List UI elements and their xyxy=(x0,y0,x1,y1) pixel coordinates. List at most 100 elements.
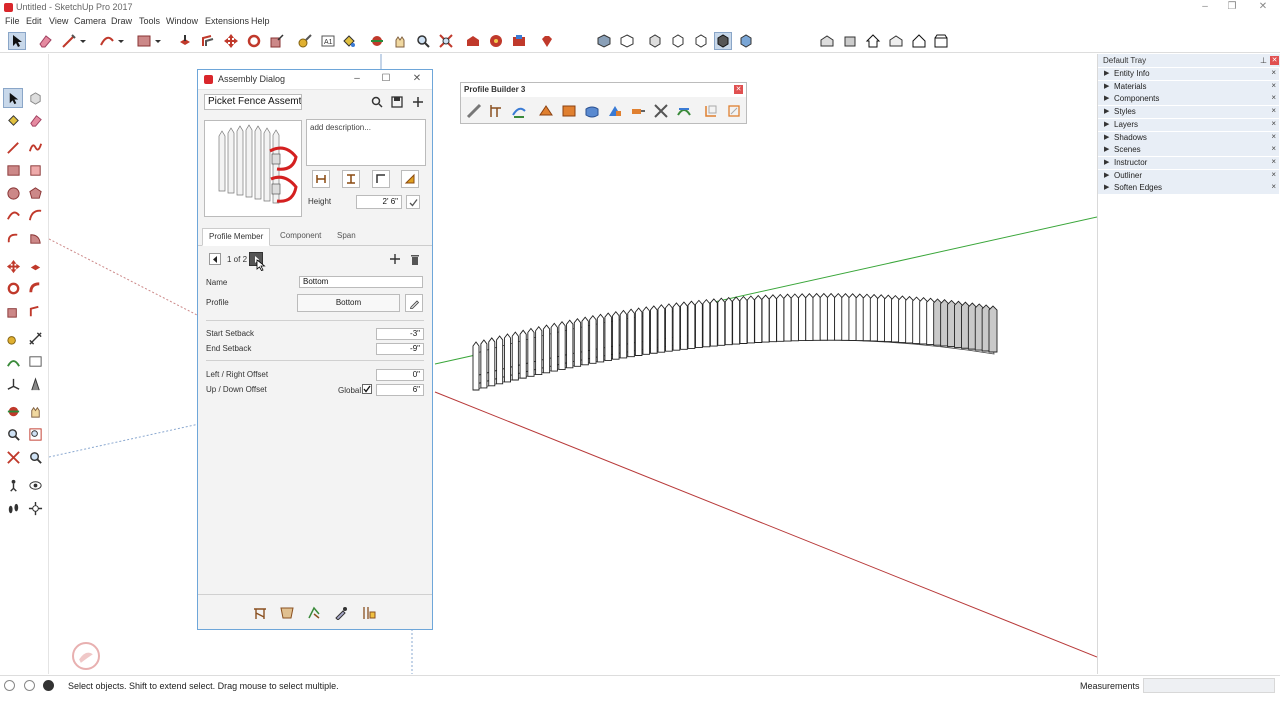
menu-extensions[interactable]: Extensions xyxy=(205,16,249,26)
front-view-icon[interactable] xyxy=(841,32,859,50)
home-view-icon[interactable] xyxy=(864,32,882,50)
freehand-tool-icon[interactable] xyxy=(25,137,45,157)
view-top-icon[interactable] xyxy=(618,32,636,50)
xray-style-icon[interactable] xyxy=(646,32,664,50)
minimize-button[interactable]: – xyxy=(1195,1,1215,12)
tab-component[interactable]: Component xyxy=(274,228,327,246)
height-field[interactable]: 2' 6" xyxy=(356,195,402,209)
assembly-name-input[interactable]: Picket Fence Assemt xyxy=(204,94,302,110)
tape-measure-icon[interactable] xyxy=(3,328,23,348)
arc-tool-icon[interactable] xyxy=(98,32,116,50)
rectangle-tool-icon[interactable] xyxy=(3,160,23,180)
edit-profile-icon[interactable] xyxy=(405,294,423,312)
add-member-icon[interactable] xyxy=(388,252,402,266)
push-pull-tool-icon[interactable] xyxy=(176,32,194,50)
rotated-rectangle-icon[interactable] xyxy=(25,160,45,180)
pin-icon[interactable]: ⊥ xyxy=(1260,56,1267,65)
profile-builder-close-icon[interactable]: ✕ xyxy=(734,85,743,94)
menu-window[interactable]: Window xyxy=(166,16,198,26)
pb-sweep-icon[interactable] xyxy=(605,101,625,121)
pb-build-member-icon[interactable] xyxy=(464,101,484,121)
geo-location-icon[interactable] xyxy=(4,680,15,691)
select-tool-icon[interactable] xyxy=(3,88,23,108)
orbit-tool-icon[interactable] xyxy=(3,401,23,421)
axes-tool-icon[interactable] xyxy=(3,374,23,394)
extension-warehouse-icon[interactable] xyxy=(510,32,528,50)
profile-select-button[interactable]: Bottom xyxy=(297,294,400,312)
follow-me-tool-icon[interactable] xyxy=(25,278,45,298)
offset-tool-icon[interactable] xyxy=(25,301,45,321)
text-tool-icon[interactable] xyxy=(25,351,45,371)
rectangle-tool-icon[interactable] xyxy=(135,32,153,50)
make-component-icon[interactable] xyxy=(25,88,45,108)
zoom-extents-icon[interactable] xyxy=(437,32,455,50)
menu-camera[interactable]: Camera xyxy=(74,16,106,26)
close-panel-icon[interactable]: × xyxy=(1271,106,1276,115)
look-around-icon[interactable] xyxy=(25,475,45,495)
lr-offset-field[interactable]: 0" xyxy=(376,369,424,381)
pb-path-icon[interactable] xyxy=(509,101,529,121)
line-tool-icon[interactable] xyxy=(3,137,23,157)
zoom-tool-icon[interactable] xyxy=(414,32,432,50)
move-tool-icon[interactable] xyxy=(222,32,240,50)
fence-tool-icon[interactable] xyxy=(252,605,268,621)
shaded-style-icon[interactable] xyxy=(714,32,732,50)
tray-item-components[interactable]: ▶ Components × xyxy=(1098,93,1279,106)
move-tool-icon[interactable] xyxy=(3,256,23,276)
close-panel-icon[interactable]: × xyxy=(1271,144,1276,153)
tab-profile-member[interactable]: Profile Member xyxy=(202,228,271,246)
left-view-icon[interactable] xyxy=(932,32,950,50)
height-confirm-icon[interactable] xyxy=(406,195,420,209)
prev-member-icon[interactable] xyxy=(209,253,221,265)
close-panel-icon[interactable]: × xyxy=(1271,170,1276,179)
tray-item-styles[interactable]: ▶ Styles × xyxy=(1098,106,1279,119)
close-panel-icon[interactable]: × xyxy=(1271,68,1276,77)
select-tool-icon[interactable] xyxy=(8,32,26,50)
close-panel-icon[interactable]: × xyxy=(1271,157,1276,166)
tray-item-entity-info[interactable]: ▶ Entity Info × xyxy=(1098,68,1279,80)
menu-tools[interactable]: Tools xyxy=(139,16,160,26)
orbit-tool-icon[interactable] xyxy=(368,32,386,50)
protractor-tool-icon[interactable] xyxy=(3,351,23,371)
section-plane-icon[interactable] xyxy=(25,498,45,518)
offset-tool-icon[interactable] xyxy=(199,32,217,50)
tape-measure-icon[interactable] xyxy=(296,32,314,50)
pb-profile-icon[interactable] xyxy=(536,101,556,121)
3d-text-tool-icon[interactable] xyxy=(25,374,45,394)
walk-tool-icon[interactable] xyxy=(3,498,23,518)
path-tool-icon[interactable] xyxy=(306,605,322,621)
menu-draw[interactable]: Draw xyxy=(111,16,132,26)
close-panel-icon[interactable]: × xyxy=(1271,132,1276,141)
description-field[interactable]: add description... xyxy=(306,119,426,166)
ud-offset-field[interactable]: 6" xyxy=(376,384,424,396)
end-setback-field[interactable]: -9" xyxy=(376,343,424,355)
menu-help[interactable]: Help xyxy=(251,16,270,26)
orient-center-icon[interactable] xyxy=(342,170,360,188)
pb-box-icon[interactable] xyxy=(559,101,579,121)
pan-tool-icon[interactable] xyxy=(25,401,45,421)
global-checkbox[interactable] xyxy=(362,384,372,394)
tray-item-shadows[interactable]: ▶ Shadows × xyxy=(1098,131,1279,144)
menu-file[interactable]: File xyxy=(5,16,20,26)
two-point-arc-icon[interactable] xyxy=(25,205,45,225)
arc-dropdown-icon[interactable] xyxy=(116,32,126,50)
ruby-console-icon[interactable] xyxy=(538,32,556,50)
close-panel-icon[interactable]: × xyxy=(1271,182,1276,191)
pie-tool-icon[interactable] xyxy=(25,228,45,248)
zoom-window-icon[interactable] xyxy=(25,424,45,444)
arc-tool-icon[interactable] xyxy=(3,205,23,225)
pb-flip-icon[interactable] xyxy=(674,101,694,121)
back-view-icon[interactable] xyxy=(910,32,928,50)
close-window-button[interactable]: ✕ xyxy=(1253,1,1273,12)
circle-tool-icon[interactable] xyxy=(3,183,23,203)
restore-button[interactable]: ❐ xyxy=(1222,1,1242,12)
credits-icon[interactable] xyxy=(24,680,35,691)
view-iso-icon[interactable] xyxy=(595,32,613,50)
line-tool-icon[interactable] xyxy=(60,32,78,50)
menu-view[interactable]: View xyxy=(49,16,68,26)
components-warehouse-icon[interactable] xyxy=(487,32,505,50)
line-dropdown-icon[interactable] xyxy=(78,32,88,50)
orient-left-icon[interactable] xyxy=(312,170,330,188)
orient-flip-icon[interactable] xyxy=(401,170,419,188)
search-icon[interactable] xyxy=(369,94,385,110)
